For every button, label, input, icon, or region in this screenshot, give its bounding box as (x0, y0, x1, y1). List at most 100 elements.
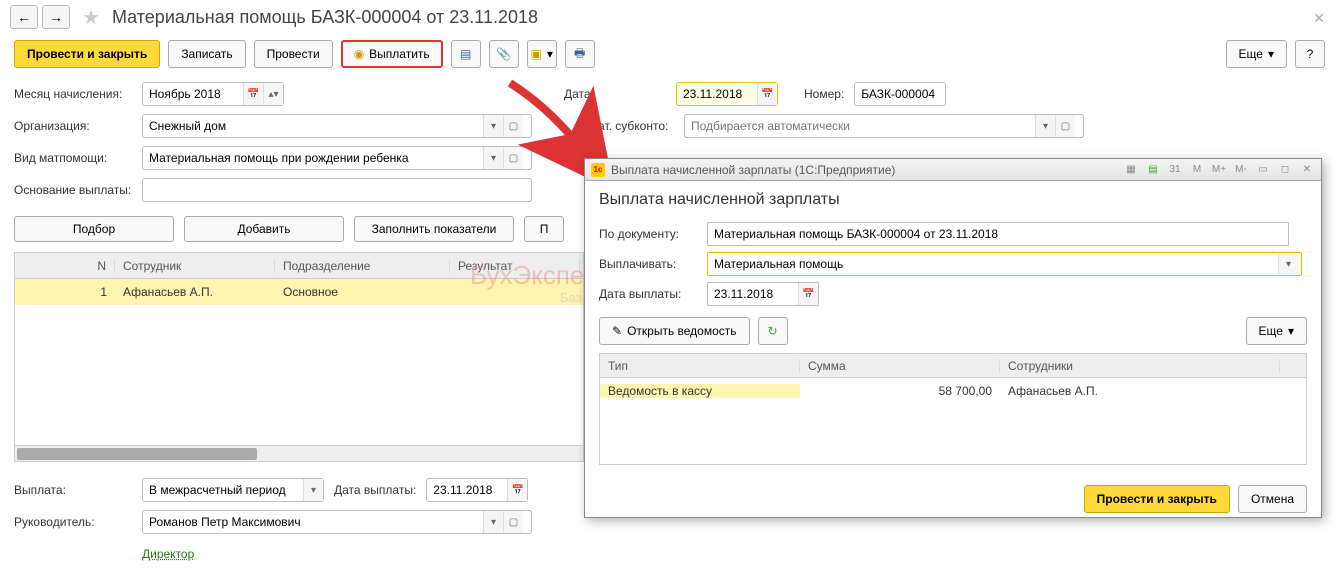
post-and-close-button[interactable]: Провести и закрыть (14, 40, 160, 68)
dropdown-icon[interactable]: ▾ (303, 479, 323, 501)
payout-date-input[interactable] (427, 479, 507, 501)
subconto-input[interactable] (685, 115, 1035, 137)
popup-date-input[interactable] (708, 283, 798, 305)
col-result-header[interactable]: Результат (450, 259, 580, 273)
fill-indicators-button[interactable]: Заполнить показатели (354, 216, 514, 242)
table-icon[interactable]: ▤ (1145, 162, 1161, 178)
m-plus-button[interactable]: M+ (1211, 162, 1227, 178)
col-employee-header[interactable]: Сотрудник (115, 259, 275, 273)
refresh-button[interactable]: ↻ (758, 317, 788, 345)
popup-pay-input[interactable] (708, 253, 1278, 275)
dropdown-icon[interactable]: ▾ (483, 115, 503, 137)
popup-table-row[interactable]: Ведомость в кассу 58 700,00 Афанасьев А.… (600, 378, 1306, 404)
popup-doc-label: По документу: (599, 227, 699, 241)
col-department-header[interactable]: Подразделение (275, 259, 450, 273)
number-label: Номер: (804, 87, 844, 101)
number-field[interactable] (854, 82, 946, 106)
help-button[interactable]: ? (1295, 40, 1325, 68)
aid-type-field[interactable]: ▾ ▢ (142, 146, 532, 170)
create-based-button[interactable]: ▣ ▾ (527, 40, 557, 68)
popup-post-close-button[interactable]: Провести и закрыть (1084, 485, 1230, 513)
pick-button[interactable]: Подбор (14, 216, 174, 242)
post-button[interactable]: Провести (254, 40, 333, 68)
open-sheet-button[interactable]: ✎ Открыть ведомость (599, 317, 750, 345)
m-button[interactable]: M (1189, 162, 1205, 178)
popup-cancel-button[interactable]: Отмена (1238, 485, 1307, 513)
hidden-action-button[interactable]: П (524, 216, 564, 242)
subconto-label: Стат. субконто: (584, 119, 674, 133)
nav-forward-button[interactable]: → (42, 5, 70, 29)
minimize-icon[interactable]: ▭ (1255, 162, 1271, 178)
popup-body: Выплата начисленной зарплаты По документ… (585, 181, 1321, 475)
grid-icon[interactable]: ▦ (1123, 162, 1139, 178)
calendar-icon[interactable]: 📅 (243, 83, 263, 105)
report-icon-button[interactable]: ▤ (451, 40, 481, 68)
popup-heading: Выплата начисленной зарплаты (599, 191, 1307, 209)
popup-titlebar[interactable]: 1c Выплата начисленной зарплаты (1С:Пред… (585, 159, 1321, 181)
payout-field[interactable]: ▾ (142, 478, 324, 502)
payout-input[interactable] (143, 479, 303, 501)
open-icon[interactable]: ▢ (1055, 115, 1075, 137)
window-close-icon[interactable]: ✕ (1313, 10, 1325, 27)
date-field[interactable]: 📅 (676, 82, 778, 106)
calendar-icon[interactable]: 📅 (757, 83, 777, 105)
calendar-icon[interactable]: 📅 (507, 479, 527, 501)
popup-pay-field[interactable]: ▾ (707, 252, 1302, 276)
manager-field[interactable]: ▾ ▢ (142, 510, 532, 534)
calendar-icon[interactable]: 31 (1167, 162, 1183, 178)
more-button[interactable]: Еще ▾ (1226, 40, 1287, 68)
director-link[interactable]: Директор (142, 547, 194, 561)
org-field[interactable]: ▾ ▢ (142, 114, 532, 138)
scrollbar-thumb[interactable] (17, 448, 257, 460)
calendar-icon[interactable]: 📅 (798, 283, 818, 305)
horizontal-scrollbar[interactable] (15, 445, 583, 461)
open-icon[interactable]: ▢ (503, 147, 523, 169)
dropdown-icon[interactable]: ▾ (1278, 253, 1298, 275)
pcol-sum-header[interactable]: Сумма (800, 359, 1000, 373)
date-input[interactable] (677, 83, 757, 105)
open-icon[interactable]: ▢ (503, 511, 523, 533)
popup-doc-field[interactable] (707, 222, 1289, 246)
attach-icon-button[interactable]: 📎 (489, 40, 519, 68)
cell-n: 1 (15, 285, 115, 299)
dropdown-icon[interactable]: ▾ (483, 511, 503, 533)
toolbar: Провести и закрыть Записать Провести ◉ В… (0, 34, 1339, 74)
open-icon[interactable]: ▢ (503, 115, 523, 137)
print-icon-button[interactable]: 🖶 (565, 40, 595, 68)
pcol-emp-header[interactable]: Сотрудники (1000, 359, 1280, 373)
m-minus-button[interactable]: M- (1233, 162, 1249, 178)
pcol-type-header[interactable]: Тип (600, 359, 800, 373)
popup-table-header: Тип Сумма Сотрудники (600, 354, 1306, 378)
table-row[interactable]: 1 Афанасьев А.П. Основное (15, 279, 583, 305)
save-button[interactable]: Записать (168, 40, 245, 68)
month-input[interactable] (143, 83, 243, 105)
org-input[interactable] (143, 115, 483, 137)
subconto-field[interactable]: ▾ ▢ (684, 114, 1084, 138)
favorite-star-icon[interactable]: ★ (82, 5, 100, 30)
number-input[interactable] (855, 83, 945, 105)
spinner-icon[interactable]: ▴▾ (263, 83, 283, 105)
coins-icon: ◉ (354, 47, 364, 61)
basis-input[interactable] (143, 179, 527, 201)
dropdown-icon[interactable]: ▾ (1035, 115, 1055, 137)
aid-type-input[interactable] (143, 147, 483, 169)
close-icon[interactable]: ✕ (1299, 162, 1315, 178)
popup-doc-input[interactable] (708, 223, 1288, 245)
month-field[interactable]: 📅 ▴▾ (142, 82, 284, 106)
pcell-type: Ведомость в кассу (600, 384, 800, 398)
popup-window-title: Выплата начисленной зарплаты (1С:Предпри… (611, 163, 895, 177)
payout-date-field[interactable]: 📅 (426, 478, 528, 502)
popup-date-field[interactable]: 📅 (707, 282, 819, 306)
nav-bar: ← → ★ Материальная помощь БАЗК-000004 от… (0, 0, 1339, 34)
popup-footer: Провести и закрыть Отмена (585, 475, 1321, 523)
col-n-header[interactable]: N (15, 259, 115, 273)
popup-more-button[interactable]: Еще ▾ (1246, 317, 1307, 345)
nav-back-button[interactable]: ← (10, 5, 38, 29)
pay-button[interactable]: ◉ Выплатить (341, 40, 443, 68)
maximize-icon[interactable]: ◻ (1277, 162, 1293, 178)
dropdown-icon[interactable]: ▾ (483, 147, 503, 169)
pcell-sum: 58 700,00 (800, 384, 1000, 398)
add-button[interactable]: Добавить (184, 216, 344, 242)
manager-input[interactable] (143, 511, 483, 533)
basis-field[interactable] (142, 178, 532, 202)
